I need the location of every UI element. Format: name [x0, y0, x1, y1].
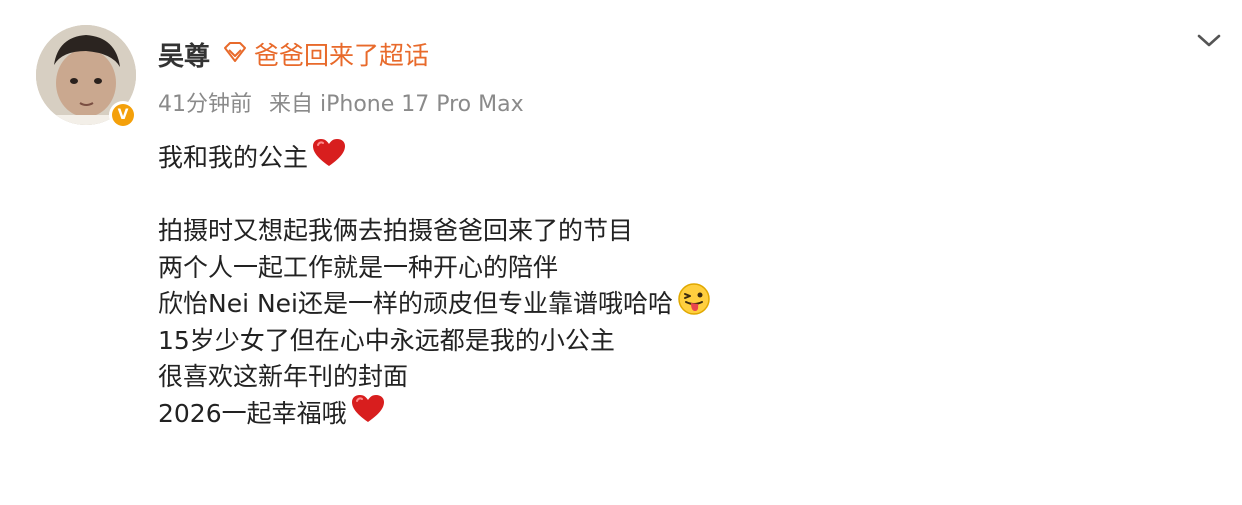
- post-header: 吴尊 爸爸回来了超话: [158, 34, 429, 74]
- verified-badge: V: [109, 101, 137, 129]
- verified-badge-icon: V: [112, 104, 134, 126]
- content-line: 拍摄时又想起我俩去拍摄爸爸回来了的节目: [158, 216, 634, 245]
- content-line: 我和我的公主: [158, 138, 1208, 179]
- supertopic-label: 爸爸回来了超话: [254, 41, 430, 70]
- supertopic-link[interactable]: 爸爸回来了超话: [222, 36, 429, 72]
- content-line: 两个人一起工作就是一种开心的陪伴: [158, 252, 559, 282]
- red-heart-icon: [351, 394, 385, 435]
- weibo-post: V 吴尊 爸爸回来了超话 41分钟前 来自 iPhone 17 Pro Max …: [0, 0, 1242, 505]
- content-line: 欣怡Nei Nei还是一样的顽皮但专业靠谱哦哈哈: [158, 283, 1208, 323]
- post-time: 41分钟前: [158, 92, 252, 117]
- content-line: 很喜欢这新年刊的封面: [158, 362, 409, 391]
- diamond-icon: [222, 40, 248, 69]
- tongue-out-face-icon: [677, 282, 711, 327]
- post-meta: 41分钟前 来自 iPhone 17 Pro Max: [158, 86, 524, 118]
- author-name[interactable]: 吴尊: [158, 36, 210, 73]
- post-source: 来自 iPhone 17 Pro Max: [269, 92, 524, 117]
- content-line: 2026一起幸福哦: [158, 394, 1208, 435]
- red-heart-icon: [312, 138, 346, 179]
- content-line-blank: [158, 177, 1208, 214]
- content-line: 15岁少女了但在心中永远都是我的小公主: [158, 325, 615, 355]
- post-content: 我和我的公主 拍摄时又想起我俩去拍摄爸爸回来了的节目 两个人一起工作就是一种开心…: [158, 138, 1208, 435]
- author-avatar[interactable]: V: [36, 25, 140, 129]
- chevron-down-icon[interactable]: [1194, 30, 1224, 52]
